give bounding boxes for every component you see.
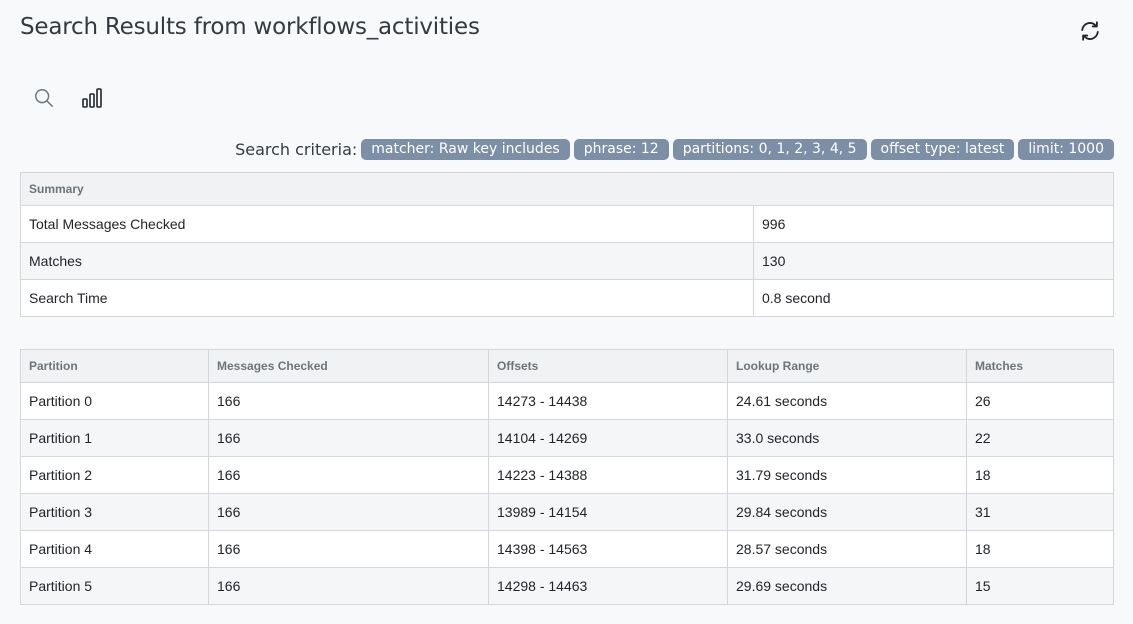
cell-lookup-range: 33.0 seconds [727, 419, 967, 457]
table-row: Search Time 0.8 second [20, 279, 1114, 317]
cell-partition: Partition 5 [20, 567, 209, 605]
cell-lookup-range: 28.57 seconds [727, 530, 967, 568]
summary-value: 0.8 second [753, 279, 1114, 317]
criteria-badge-offset-type: offset type: latest [870, 139, 1015, 160]
cell-offsets: 14298 - 14463 [488, 567, 728, 605]
cell-offsets: 14104 - 14269 [488, 419, 728, 457]
summary-label: Search Time [20, 279, 754, 317]
table-row: Matches 130 [20, 242, 1114, 280]
summary-value: 130 [753, 242, 1114, 280]
table-row: Partition 3 166 13989 - 14154 29.84 seco… [20, 493, 1114, 531]
cell-matches: 18 [966, 530, 1114, 568]
criteria-badge-partitions: partitions: 0, 1, 2, 3, 4, 5 [672, 139, 867, 160]
table-row: Total Messages Checked 996 [20, 205, 1114, 243]
cell-partition: Partition 0 [20, 382, 209, 420]
cell-messages-checked: 166 [208, 382, 489, 420]
partition-table: Partition Messages Checked Offsets Looku… [20, 349, 1114, 605]
table-row: Partition 5 166 14298 - 14463 29.69 seco… [20, 567, 1114, 605]
cell-partition: Partition 1 [20, 419, 209, 457]
search-button[interactable] [30, 84, 58, 112]
cell-lookup-range: 29.84 seconds [727, 493, 967, 531]
cell-messages-checked: 166 [208, 456, 489, 494]
column-header-messages-checked: Messages Checked [208, 349, 489, 383]
bar-chart-icon [82, 88, 102, 108]
cell-matches: 22 [966, 419, 1114, 457]
statistics-button[interactable] [78, 84, 106, 112]
refresh-icon [1081, 21, 1099, 41]
column-header-partition: Partition [20, 349, 209, 383]
criteria-badge-phrase: phrase: 12 [573, 139, 669, 160]
criteria-badge-matcher: matcher: Raw key includes [361, 139, 570, 160]
search-icon [35, 89, 53, 107]
cell-matches: 18 [966, 456, 1114, 494]
cell-messages-checked: 166 [208, 493, 489, 531]
cell-partition: Partition 3 [20, 493, 209, 531]
cell-offsets: 14223 - 14388 [488, 456, 728, 494]
summary-value: 996 [753, 205, 1114, 243]
cell-offsets: 14273 - 14438 [488, 382, 728, 420]
cell-messages-checked: 166 [208, 567, 489, 605]
cell-offsets: 14398 - 14563 [488, 530, 728, 568]
cell-lookup-range: 31.79 seconds [727, 456, 967, 494]
column-header-offsets: Offsets [488, 349, 728, 383]
cell-lookup-range: 24.61 seconds [727, 382, 967, 420]
cell-lookup-range: 29.69 seconds [727, 567, 967, 605]
summary-label: Total Messages Checked [20, 205, 754, 243]
cell-matches: 26 [966, 382, 1114, 420]
cell-offsets: 13989 - 14154 [488, 493, 728, 531]
cell-partition: Partition 2 [20, 456, 209, 494]
refresh-button[interactable] [1077, 18, 1103, 44]
search-criteria-label: Search criteria: [235, 140, 358, 159]
table-row: Partition 4 166 14398 - 14563 28.57 seco… [20, 530, 1114, 568]
column-header-lookup-range: Lookup Range [727, 349, 967, 383]
cell-matches: 31 [966, 493, 1114, 531]
cell-partition: Partition 4 [20, 530, 209, 568]
table-row: Partition 2 166 14223 - 14388 31.79 seco… [20, 456, 1114, 494]
table-row: Partition 0 166 14273 - 14438 24.61 seco… [20, 382, 1114, 420]
summary-header: Summary [20, 172, 1114, 206]
summary-label: Matches [20, 242, 754, 280]
search-criteria: Search criteria: matcher: Raw key includ… [235, 139, 1114, 160]
page-title: Search Results from workflows_activities [20, 14, 480, 40]
cell-matches: 15 [966, 567, 1114, 605]
cell-messages-checked: 166 [208, 530, 489, 568]
column-header-matches: Matches [966, 349, 1114, 383]
summary-table: Summary Total Messages Checked 996 Match… [20, 172, 1114, 317]
criteria-badge-limit: limit: 1000 [1018, 139, 1114, 160]
table-row: Partition 1 166 14104 - 14269 33.0 secon… [20, 419, 1114, 457]
cell-messages-checked: 166 [208, 419, 489, 457]
